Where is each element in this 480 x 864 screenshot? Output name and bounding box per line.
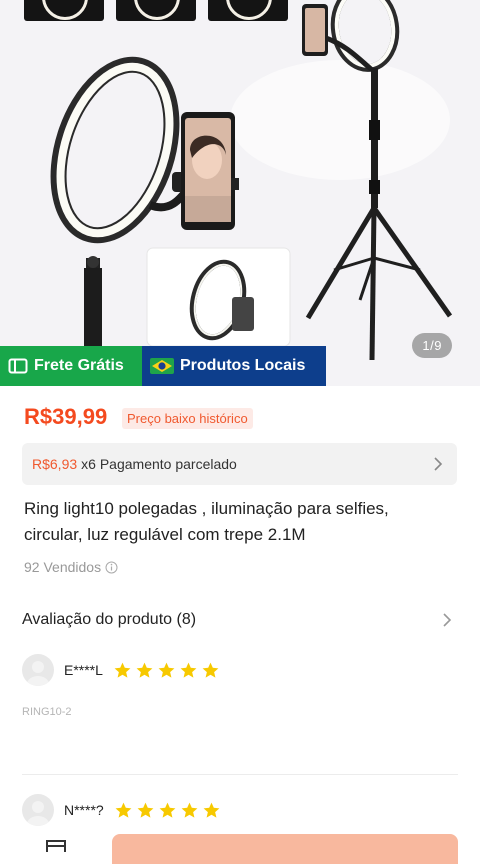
sold-count: 92 Vendidos bbox=[24, 559, 118, 575]
info-icon[interactable] bbox=[105, 561, 118, 574]
free-shipping-label: Frete Grátis bbox=[34, 357, 124, 374]
store-icon[interactable] bbox=[44, 838, 68, 859]
rating-stars bbox=[113, 661, 220, 680]
product-photo bbox=[50, 0, 453, 361]
lowest-price-tag: Preço baixo histórico bbox=[122, 408, 253, 429]
star-icon bbox=[179, 661, 198, 680]
brazil-flag-icon bbox=[150, 358, 174, 374]
local-products-label: Produtos Locais bbox=[180, 357, 306, 374]
star-icon bbox=[114, 801, 133, 820]
star-icon bbox=[157, 661, 176, 680]
chevron-right-icon bbox=[433, 457, 443, 471]
star-icon bbox=[202, 801, 221, 820]
installment-text: x6 Pagamento parcelado bbox=[81, 456, 237, 472]
star-icon bbox=[201, 661, 220, 680]
sold-count-label: 92 Vendidos bbox=[24, 559, 102, 575]
star-icon bbox=[135, 661, 154, 680]
rating-stars bbox=[114, 801, 221, 820]
review-item: E****L bbox=[22, 654, 220, 686]
review-item: N****? bbox=[22, 794, 221, 826]
ticket-icon bbox=[8, 358, 28, 374]
reviews-heading: Avaliação do produto (8) bbox=[22, 611, 197, 628]
local-products-badge: Produtos Locais bbox=[142, 346, 326, 386]
avatar bbox=[22, 794, 54, 826]
image-counter: 1/9 bbox=[412, 333, 452, 358]
divider bbox=[22, 774, 458, 775]
reviews-header[interactable]: Avaliação do produto (8) bbox=[22, 611, 452, 629]
product-title: Ring light10 polegadas , iluminação para… bbox=[24, 499, 389, 544]
star-icon bbox=[158, 801, 177, 820]
product-image-gallery[interactable]: 1/9 Frete Grátis Produtos Locais bbox=[0, 0, 480, 386]
star-icon bbox=[113, 661, 132, 680]
add-to-cart-button[interactable] bbox=[112, 834, 458, 864]
chevron-right-icon bbox=[442, 613, 452, 627]
star-icon bbox=[180, 801, 199, 820]
badge-row: Frete Grátis Produtos Locais bbox=[0, 346, 326, 386]
reviewer-name: N****? bbox=[64, 802, 104, 818]
installment-amount: R$6,93 bbox=[32, 456, 78, 472]
reviewer-name: E****L bbox=[64, 662, 103, 678]
avatar bbox=[22, 654, 54, 686]
price: R$39,99 bbox=[24, 404, 108, 429]
free-shipping-badge: Frete Grátis bbox=[0, 346, 142, 386]
star-icon bbox=[136, 801, 155, 820]
review-variant: RING10-2 bbox=[22, 706, 72, 718]
installment-row[interactable]: R$6,93 x6 Pagamento parcelado bbox=[22, 443, 457, 485]
